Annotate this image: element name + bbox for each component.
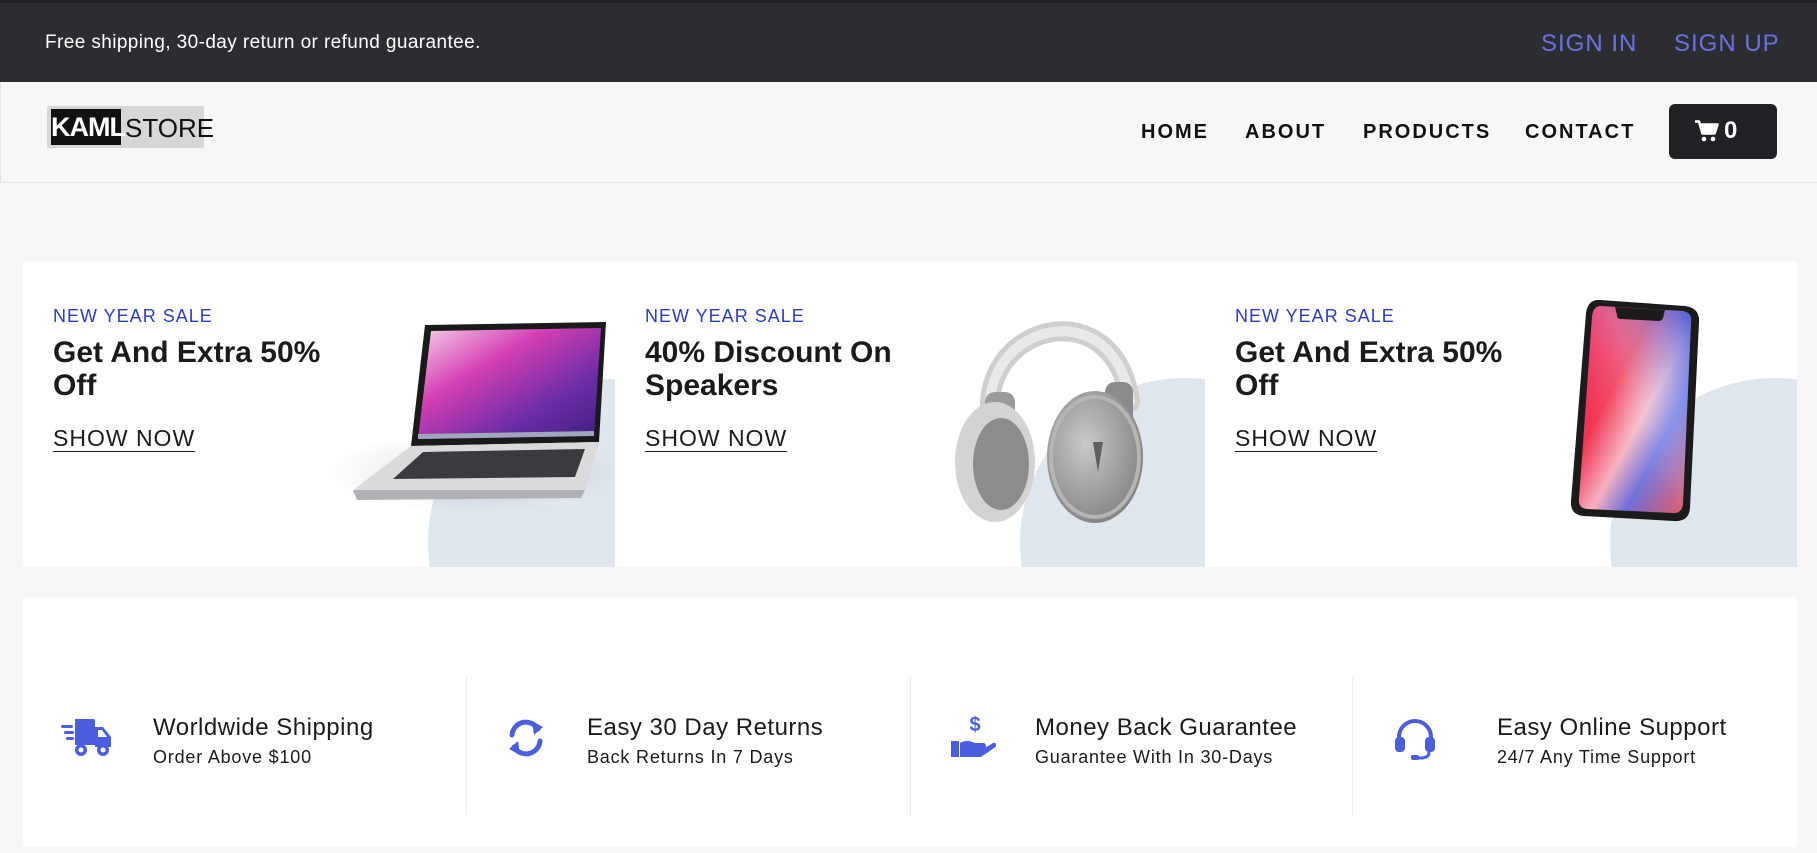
features-section: Worldwide Shipping Order Above $100 Easy… <box>23 597 1797 847</box>
promo-card-smartphone[interactable]: NEW YEAR SALE Get And Extra 50% Off SHOW… <box>1205 262 1797 567</box>
svg-text:$: $ <box>969 714 980 736</box>
sign-in-link[interactable]: SIGN IN <box>1541 30 1637 58</box>
feature-item: Easy 30 Day Returns Back Returns In 7 Da… <box>505 677 925 817</box>
show-now-link[interactable]: SHOW NOW <box>645 425 788 452</box>
feature-item: Easy Online Support 24/7 Any Time Suppor… <box>1393 677 1793 817</box>
nav-products[interactable]: PRODUCTS <box>1363 121 1491 144</box>
feature-divider <box>910 677 911 815</box>
feature-divider <box>1352 677 1353 815</box>
feature-subtitle: Back Returns In 7 Days <box>587 747 794 767</box>
laptop-image <box>323 322 613 512</box>
logo-mark: KAML <box>51 109 126 145</box>
nav-contact[interactable]: CONTACT <box>1525 121 1635 144</box>
cart-count: 0 <box>1724 117 1738 144</box>
top-announcement-bar: Free shipping, 30-day return or refund g… <box>0 0 1817 82</box>
nav-about[interactable]: ABOUT <box>1245 121 1326 144</box>
feature-subtitle: 24/7 Any Time Support <box>1497 747 1696 767</box>
promo-tag: NEW YEAR SALE <box>1235 306 1395 326</box>
shipping-message: Free shipping, 30-day return or refund g… <box>45 32 481 53</box>
headset-icon <box>1395 719 1435 760</box>
feature-title: Easy 30 Day Returns <box>587 714 824 741</box>
feature-subtitle: Order Above $100 <box>153 747 312 767</box>
promo-tag: NEW YEAR SALE <box>645 306 805 326</box>
promo-title: 40% Discount On Speakers <box>645 336 892 402</box>
feature-title: Easy Online Support <box>1497 714 1727 741</box>
sign-up-link[interactable]: SIGN UP <box>1674 30 1780 58</box>
main-navbar: KAML STORE HOME ABOUT PRODUCTS CONTACT 0 <box>0 82 1817 183</box>
promo-card-laptop[interactable]: NEW YEAR SALE Get And Extra 50% Off SHOW… <box>23 262 615 567</box>
cart-button[interactable]: 0 <box>1669 104 1777 159</box>
smartphone-image <box>1570 300 1700 522</box>
feature-subtitle: Guarantee With In 30-Days <box>1035 747 1274 767</box>
show-now-link[interactable]: SHOW NOW <box>53 425 196 452</box>
truck-icon <box>61 719 111 756</box>
logo-text: STORE <box>125 113 215 143</box>
promo-title: Get And Extra 50% Off <box>1235 336 1503 402</box>
promo-tag: NEW YEAR SALE <box>53 306 213 326</box>
nav-home[interactable]: HOME <box>1141 121 1209 144</box>
feature-title: Worldwide Shipping <box>153 714 374 741</box>
promo-card-headphones[interactable]: NEW YEAR SALE 40% Discount On Speakers S… <box>615 262 1205 567</box>
show-now-link[interactable]: SHOW NOW <box>1235 425 1378 452</box>
feature-item: $ Money Back Guarantee Guarantee With In… <box>949 677 1369 817</box>
cart-icon <box>1695 120 1719 142</box>
money-hand-icon: $ <box>951 714 996 757</box>
headphones-image <box>955 321 1143 523</box>
feature-title: Money Back Guarantee <box>1035 714 1298 741</box>
store-logo[interactable]: KAML STORE <box>47 106 214 148</box>
refresh-icon <box>509 719 543 757</box>
feature-divider <box>466 677 467 815</box>
feature-item: Worldwide Shipping Order Above $100 <box>61 677 481 817</box>
promo-title: Get And Extra 50% Off <box>53 336 321 402</box>
